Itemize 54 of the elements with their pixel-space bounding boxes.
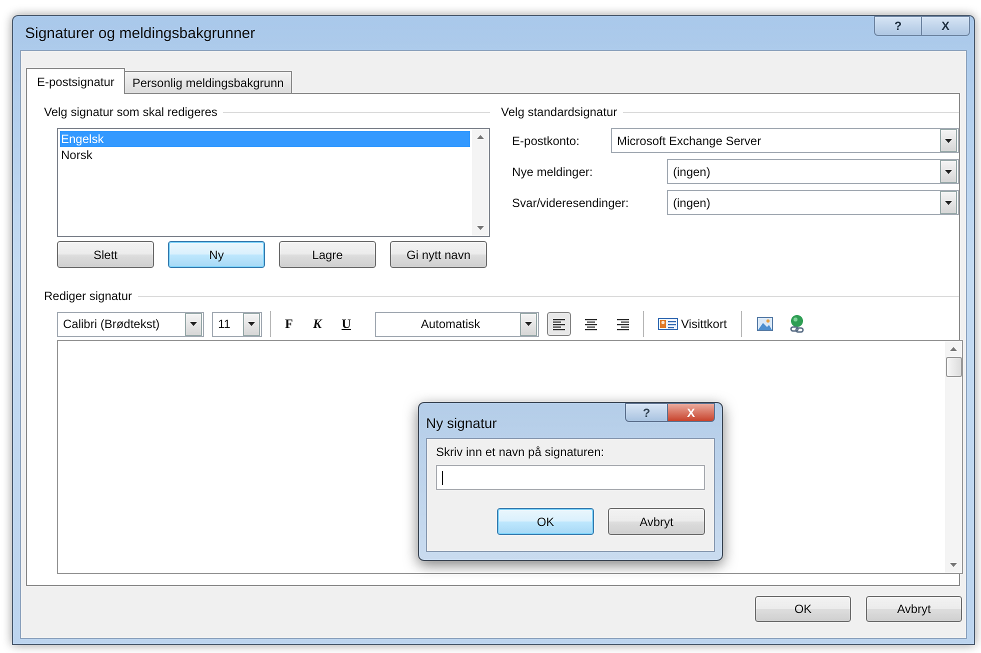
group-label: Velg signatur som skal redigeres bbox=[44, 105, 218, 119]
size-dropdown[interactable]: 11 bbox=[212, 312, 262, 336]
color-dropdown[interactable]: Automatisk bbox=[375, 312, 540, 336]
caret-icon bbox=[248, 322, 255, 326]
help-button[interactable]: ? bbox=[874, 16, 922, 36]
field-label: Nye meldinger: bbox=[511, 164, 593, 178]
dialog-button[interactable]: Avbryt bbox=[866, 596, 962, 622]
group-label: Velg standardsignatur bbox=[501, 105, 618, 119]
caret-icon bbox=[190, 322, 197, 326]
scrollbar[interactable] bbox=[472, 129, 490, 236]
list-item[interactable]: Norsk bbox=[60, 147, 470, 163]
help-button[interactable]: ? bbox=[625, 403, 668, 422]
picture-icon[interactable] bbox=[756, 315, 774, 333]
dialog-button[interactable]: OK bbox=[497, 508, 594, 535]
arrow-down-icon[interactable] bbox=[950, 563, 957, 567]
scrollbar[interactable] bbox=[945, 341, 962, 573]
dropdown[interactable]: (ingen) bbox=[667, 190, 959, 215]
scroll-thumb[interactable] bbox=[946, 357, 962, 377]
action-button[interactable]: Lagre bbox=[279, 241, 376, 268]
text-align-icon bbox=[584, 317, 598, 331]
name-input[interactable] bbox=[436, 465, 705, 490]
arrow-up-icon[interactable] bbox=[950, 347, 957, 351]
dropdown[interactable]: (ingen) bbox=[667, 159, 959, 184]
caret-icon bbox=[945, 200, 952, 204]
italic-button[interactable]: K bbox=[306, 312, 328, 336]
action-button[interactable]: Gi nytt navn bbox=[390, 241, 487, 268]
field-label: E-postkonto: bbox=[511, 134, 580, 148]
caret-icon bbox=[525, 322, 532, 326]
tab[interactable]: Personlig meldingsbakgrunn bbox=[124, 71, 292, 93]
tab[interactable]: E-postsignatur bbox=[26, 68, 126, 94]
prompt-label: Skriv inn et navn på signaturen: bbox=[436, 445, 606, 461]
dialog-button[interactable]: Avbryt bbox=[608, 508, 705, 535]
globe-link-icon[interactable] bbox=[788, 314, 806, 334]
text-align-icon bbox=[616, 317, 630, 331]
close-button[interactable]: X bbox=[922, 16, 970, 36]
bold-button[interactable]: F bbox=[279, 312, 299, 336]
window-title: Signaturer og meldingsbakgrunner bbox=[25, 24, 256, 42]
dialog-title: Ny signatur bbox=[426, 415, 497, 431]
dialog-button[interactable]: OK bbox=[755, 596, 851, 622]
action-button[interactable]: Slett bbox=[57, 241, 154, 268]
align-button[interactable] bbox=[547, 312, 572, 336]
group-label: Rediger signatur bbox=[44, 289, 132, 303]
arrow-down-icon[interactable] bbox=[477, 226, 484, 230]
dropdown[interactable]: Microsoft Exchange Server bbox=[611, 128, 959, 153]
underline-button[interactable]: U bbox=[336, 312, 358, 336]
font-dropdown[interactable]: Calibri (Brødtekst) bbox=[57, 312, 204, 336]
caret-icon bbox=[945, 170, 952, 174]
arrow-up-icon[interactable] bbox=[477, 135, 484, 139]
business-card-button[interactable]: Visittkort bbox=[652, 312, 733, 336]
text-align-icon bbox=[552, 317, 566, 331]
contact-card-icon bbox=[658, 317, 678, 331]
field-label: Svar/videresendinger: bbox=[511, 196, 629, 210]
caret-icon bbox=[945, 138, 952, 142]
action-button[interactable]: Ny bbox=[168, 241, 265, 268]
